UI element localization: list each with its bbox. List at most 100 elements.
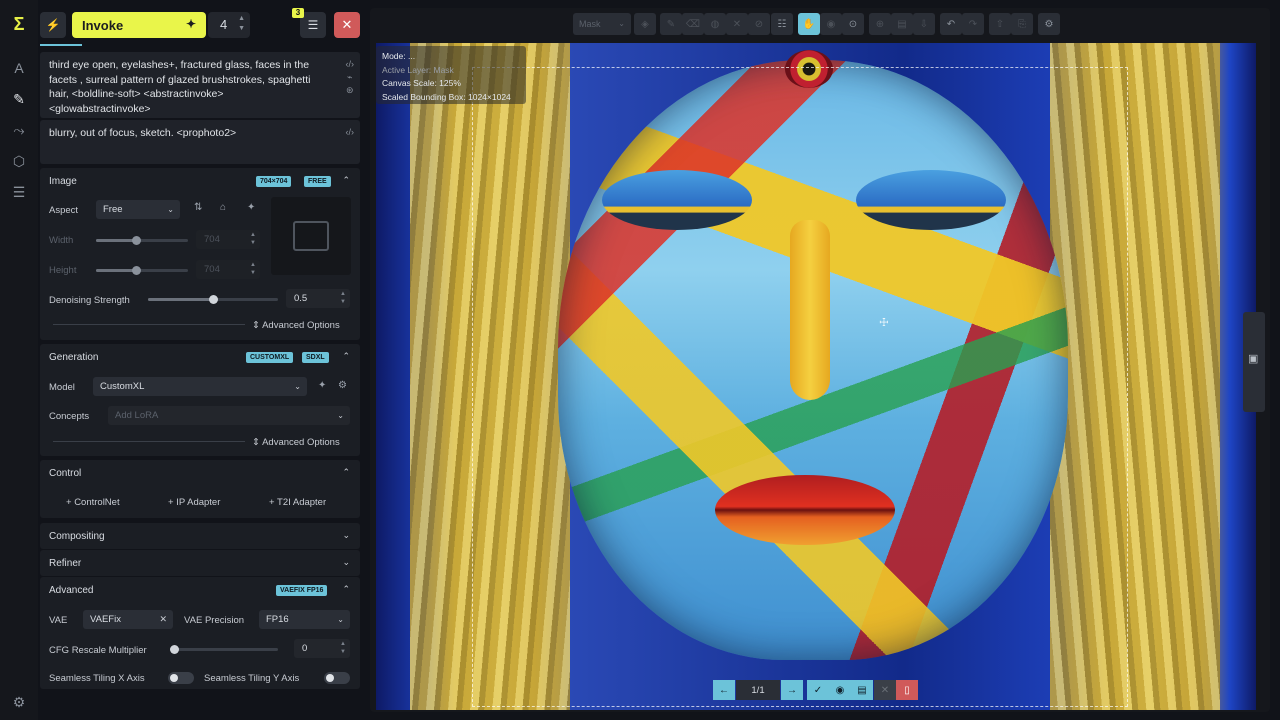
download-icon[interactable]: ⇩ bbox=[913, 13, 935, 35]
compositing-section[interactable]: Compositing ⌄ bbox=[40, 523, 360, 549]
bounding-box[interactable] bbox=[472, 67, 1128, 707]
chevron-down-icon[interactable]: ⌄ bbox=[342, 530, 350, 541]
view-tool-icon[interactable]: ◉ bbox=[820, 13, 842, 35]
denoising-slider-knob[interactable] bbox=[209, 295, 218, 304]
accept-button[interactable]: ✓ bbox=[807, 680, 829, 700]
height-slider[interactable] bbox=[96, 266, 188, 275]
copy-icon[interactable]: ⎘ bbox=[1011, 13, 1033, 35]
save-staging-button[interactable]: ▤ bbox=[851, 680, 873, 700]
clear-tool-icon[interactable]: ✕ bbox=[726, 13, 748, 35]
refiner-section-header[interactable]: Refiner ⌄ bbox=[40, 550, 360, 576]
text-to-image-icon[interactable]: A bbox=[9, 58, 29, 78]
reset-view-icon[interactable]: ⊙ bbox=[842, 13, 864, 35]
undo-icon[interactable]: ↶ bbox=[940, 13, 962, 35]
generation-section-header[interactable]: Generation CUSTOMXL SDXL ⌃ bbox=[40, 344, 360, 370]
denoising-strength-input[interactable]: 0.5 ▲ ▼ bbox=[286, 289, 350, 308]
control-section-header[interactable]: Control ⌃ bbox=[40, 460, 360, 486]
lora-icon[interactable]: ⊛ bbox=[346, 84, 355, 97]
width-slider-fill bbox=[96, 239, 136, 242]
seamless-x-toggle[interactable] bbox=[168, 672, 194, 684]
link-icon[interactable]: ⌁ bbox=[346, 71, 355, 84]
generation-advanced-options-toggle[interactable]: ⇕ Advanced Options bbox=[252, 437, 340, 448]
move-tool-icon[interactable]: ✋ bbox=[798, 13, 820, 35]
stepper-arrows-icon[interactable]: ▲ ▼ bbox=[250, 231, 256, 247]
image-section-header[interactable]: Image 704×704 FREE ⌃ bbox=[40, 168, 360, 194]
model-badge: CUSTOMXL bbox=[246, 352, 294, 363]
queue-list-icon[interactable]: ☰ bbox=[9, 182, 29, 202]
next-image-button[interactable]: → bbox=[781, 680, 803, 700]
chevron-up-icon[interactable]: ⌃ bbox=[342, 467, 350, 478]
models-cube-icon[interactable]: ⬡ bbox=[9, 151, 29, 171]
aspect-select[interactable]: Free ⌄ bbox=[96, 200, 180, 219]
gallery-toggle[interactable]: ▣ bbox=[1243, 312, 1265, 412]
mask-options-icon[interactable]: ◈ bbox=[634, 13, 656, 35]
add-t2i-adapter-button[interactable]: + T2I Adapter bbox=[269, 497, 326, 508]
canvas-settings-gear-icon[interactable]: ⚙ bbox=[1038, 13, 1060, 35]
stepper-arrows-icon[interactable]: ▲ ▼ bbox=[340, 640, 346, 656]
negative-prompt-input[interactable]: blurry, out of focus, sketch. <prophoto2… bbox=[40, 120, 360, 164]
upload-icon[interactable]: ⇧ bbox=[989, 13, 1011, 35]
vae-select[interactable]: VAEFix ✕ bbox=[83, 610, 173, 629]
model-sparkle-icon[interactable]: ✦ bbox=[318, 380, 326, 391]
vae-precision-select[interactable]: FP16 ⌄ bbox=[259, 610, 350, 629]
chevron-up-icon[interactable]: ⌃ bbox=[342, 175, 350, 186]
settings-gear-icon[interactable]: ⚙ bbox=[9, 692, 29, 712]
settings-sliders-icon[interactable]: ☷ bbox=[771, 13, 793, 35]
cancel-button[interactable]: ✕ bbox=[334, 12, 360, 38]
color-picker-icon[interactable]: ⊘ bbox=[748, 13, 770, 35]
save-to-gallery-icon[interactable]: ▤ bbox=[891, 13, 913, 35]
chevron-up-icon[interactable]: ⌃ bbox=[342, 351, 350, 362]
prev-image-button[interactable]: ← bbox=[713, 680, 735, 700]
show-results-button[interactable]: ◉ bbox=[829, 680, 851, 700]
positive-prompt-input[interactable]: third eye open, eyelashes+, fractured gl… bbox=[40, 52, 360, 118]
eraser-tool-icon[interactable]: ⌫ bbox=[682, 13, 704, 35]
model-settings-icon[interactable]: ⚙ bbox=[338, 380, 347, 391]
height-input[interactable]: 704 ▲ ▼ bbox=[196, 260, 260, 279]
brush-tool-icon[interactable]: ✎ bbox=[660, 13, 682, 35]
mode-text: Mode: ... bbox=[382, 51, 416, 61]
lock-ratio-icon[interactable]: ⌂ bbox=[220, 202, 226, 213]
optimal-size-icon[interactable]: ✦ bbox=[247, 202, 255, 213]
iterations-stepper[interactable]: 4 ▲ ▼ bbox=[208, 12, 250, 38]
swap-dimensions-icon[interactable]: ⇅ bbox=[194, 202, 202, 213]
width-input[interactable]: 704 ▲ ▼ bbox=[196, 230, 260, 249]
bolt-button[interactable]: ⚡ bbox=[40, 12, 66, 38]
lora-select[interactable]: Add LoRA ⌄ bbox=[108, 406, 350, 425]
compositing-section-header[interactable]: Compositing ⌄ bbox=[40, 523, 360, 549]
invoke-button[interactable]: Invoke ✦ bbox=[72, 12, 206, 38]
advanced-section-header[interactable]: Advanced VAEFIX FP16 ⌃ bbox=[40, 577, 360, 603]
layer-select[interactable]: Mask ⌄ bbox=[573, 13, 631, 35]
denoising-strength-slider[interactable] bbox=[148, 295, 278, 304]
width-slider-knob[interactable] bbox=[132, 236, 141, 245]
positive-prompt-text: third eye open, eyelashes+, fractured gl… bbox=[49, 59, 311, 115]
stepper-arrows-icon[interactable]: ▲ ▼ bbox=[238, 14, 245, 34]
embedding-icon[interactable]: ‹/› bbox=[346, 126, 355, 139]
stepper-arrows-icon[interactable]: ▲ ▼ bbox=[250, 261, 256, 277]
image-advanced-options-toggle[interactable]: ⇕ Advanced Options bbox=[252, 320, 340, 331]
discard-all-button[interactable]: ▯ bbox=[896, 680, 918, 700]
add-ip-adapter-button[interactable]: + IP Adapter bbox=[168, 497, 220, 508]
chevron-up-icon[interactable]: ⌃ bbox=[342, 584, 350, 595]
section-title: Refiner bbox=[49, 557, 82, 569]
height-slider-knob[interactable] bbox=[132, 266, 141, 275]
cfg-rescale-slider[interactable] bbox=[170, 645, 278, 654]
canvas-brush-icon[interactable]: ✎ bbox=[9, 89, 29, 109]
merge-visible-icon[interactable]: ⊕ bbox=[869, 13, 891, 35]
add-controlnet-button[interactable]: + ControlNet bbox=[66, 497, 120, 508]
redo-icon[interactable]: ↷ bbox=[962, 13, 984, 35]
refiner-section[interactable]: Refiner ⌄ bbox=[40, 550, 360, 576]
fill-tool-icon[interactable]: ◍ bbox=[704, 13, 726, 35]
seamless-y-toggle[interactable] bbox=[324, 672, 350, 684]
model-select[interactable]: CustomXL ⌄ bbox=[93, 377, 307, 396]
invoke-logo-icon[interactable]: Σ bbox=[9, 14, 29, 34]
width-slider[interactable] bbox=[96, 236, 188, 245]
clear-icon[interactable]: ✕ bbox=[159, 610, 167, 629]
cfg-rescale-input[interactable]: 0 ▲ ▼ bbox=[294, 639, 350, 658]
embedding-icon[interactable]: ‹/› bbox=[346, 58, 355, 71]
stepper-arrows-icon[interactable]: ▲ ▼ bbox=[340, 290, 346, 306]
chevron-down-icon[interactable]: ⌄ bbox=[342, 557, 350, 568]
cfg-rescale-slider-knob[interactable] bbox=[170, 645, 179, 654]
workflow-icon[interactable]: ⤳ bbox=[9, 120, 29, 140]
scroll-indicator bbox=[40, 44, 82, 46]
discard-current-button[interactable]: ✕ bbox=[874, 680, 896, 700]
